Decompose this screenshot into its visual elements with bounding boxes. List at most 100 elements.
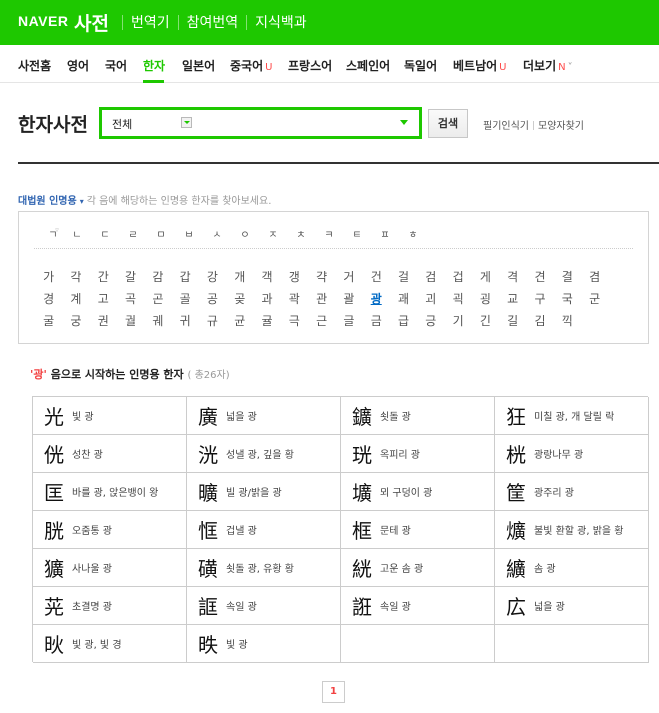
hanja-character[interactable]: 爌 xyxy=(506,515,534,544)
consonant-link[interactable]: ㅍ xyxy=(371,226,399,241)
syllable-link[interactable]: 거 xyxy=(335,268,362,290)
hanja-entry[interactable]: 誑 속일 광 xyxy=(341,587,495,625)
consonant-link[interactable]: ㅅ xyxy=(203,226,231,241)
hanja-character[interactable]: 恇 xyxy=(198,515,226,544)
hanja-entry[interactable]: 光빛 광 xyxy=(33,397,187,435)
hanja-character[interactable]: 昳 xyxy=(198,629,226,658)
tab-korean[interactable]: 국어 xyxy=(105,57,127,74)
search-input[interactable]: 전체 xyxy=(99,107,422,139)
syllable-link[interactable]: 괘 xyxy=(390,290,417,312)
hanja-entry[interactable]: 壙뫼 구덩이 광 xyxy=(341,473,495,511)
hanja-entry[interactable]: 茪 초결명 광 xyxy=(33,587,187,625)
syllable-link[interactable]: 균 xyxy=(226,312,253,334)
syllable-link[interactable]: 국 xyxy=(554,290,581,312)
syllable-link[interactable]: 걸 xyxy=(390,268,417,290)
syllable-link[interactable]: 금 xyxy=(363,312,390,334)
syllable-link[interactable]: 경 xyxy=(35,290,62,312)
syllable-link[interactable]: 괄 xyxy=(335,290,362,312)
consonant-link[interactable]: ㅊ xyxy=(287,226,315,241)
hanja-entry[interactable]: 曠빌 광/밝을 광 xyxy=(187,473,341,511)
syllable-link[interactable]: 갑 xyxy=(171,268,198,290)
hanja-entry[interactable]: 桄 광랑나무 광 xyxy=(495,435,649,473)
hanja-character[interactable]: 光 xyxy=(44,401,72,430)
tab-spanish[interactable]: 스페인어 xyxy=(346,57,390,74)
syllable-link[interactable]: 궤 xyxy=(144,312,171,334)
page-number-current[interactable]: 1 xyxy=(322,681,345,703)
nav-translator[interactable]: 번역기 xyxy=(123,12,178,32)
syllable-link[interactable]: 갱 xyxy=(281,268,308,290)
shape-search-link[interactable]: 모양자찾기 xyxy=(538,121,584,132)
syllable-link[interactable]: 개 xyxy=(226,268,253,290)
search-button[interactable]: 검색 xyxy=(428,109,468,138)
hanja-character[interactable]: 誆 xyxy=(198,591,226,620)
hanja-entry[interactable]: 獷 사나울 광 xyxy=(33,549,187,587)
syllable-link[interactable]: 검 xyxy=(417,268,444,290)
tab-english[interactable]: 영어 xyxy=(67,57,89,74)
syllable-link[interactable]: 건 xyxy=(363,268,390,290)
syllable-link[interactable]: 글 xyxy=(335,312,362,334)
syllable-link[interactable]: 귤 xyxy=(253,312,280,334)
nav-encyclopedia[interactable]: 지식백과 xyxy=(247,12,315,32)
syllable-link[interactable]: 굴 xyxy=(35,312,62,334)
syllable-link[interactable]: 김 xyxy=(526,312,553,334)
hanja-entry[interactable]: 侊 성찬 광 xyxy=(33,435,187,473)
syllable-link[interactable]: 견 xyxy=(526,268,553,290)
hanja-character[interactable]: 洸 xyxy=(198,439,226,468)
syllable-link[interactable]: 골 xyxy=(171,290,198,312)
hanja-entry[interactable]: 框 문테 광 xyxy=(341,511,495,549)
syllable-link[interactable]: 권 xyxy=(90,312,117,334)
dictionary-brand[interactable]: 사전 xyxy=(74,9,109,36)
hanja-entry[interactable]: 匡 바를 광, 앉은뱅이 왕 xyxy=(33,473,187,511)
tab-more[interactable]: 더보기 N ˅ xyxy=(523,57,573,74)
tab-chinese[interactable]: 중국어 U xyxy=(230,57,272,74)
hanja-character[interactable]: 桄 xyxy=(506,439,534,468)
syllable-link[interactable]: 굉 xyxy=(472,290,499,312)
syllable-link[interactable]: 갈 xyxy=(117,268,144,290)
syllable-link[interactable]: 극 xyxy=(281,312,308,334)
hanja-character[interactable]: 廣 xyxy=(198,401,226,430)
syllable-link[interactable]: 감 xyxy=(144,268,171,290)
hanja-entry[interactable]: 絖 고운 솜 광 xyxy=(341,549,495,587)
hanja-entry[interactable]: 珖 옥피리 광 xyxy=(341,435,495,473)
hanja-entry[interactable]: 胱 오줌통 광 xyxy=(33,511,187,549)
syllable-link[interactable]: 곤 xyxy=(144,290,171,312)
syllable-link[interactable]: 광 xyxy=(363,290,390,312)
hanja-character[interactable]: 茪 xyxy=(44,591,72,620)
hanja-character[interactable]: 鑛 xyxy=(352,401,380,430)
consonant-link[interactable]: ㅁ xyxy=(147,226,175,241)
hanja-character[interactable]: 壙 xyxy=(352,477,380,506)
syllable-link[interactable]: 교 xyxy=(499,290,526,312)
tab-dictionary-home[interactable]: 사전홈 xyxy=(18,57,51,74)
syllable-link[interactable]: 과 xyxy=(253,290,280,312)
hanja-entry[interactable]: 洸 성낼 광, 깊을 황 xyxy=(187,435,341,473)
consonant-link[interactable]: ㅌ xyxy=(343,226,371,241)
consonant-link[interactable]: ㄷ xyxy=(91,226,119,241)
hanja-character[interactable]: 広 xyxy=(506,591,534,620)
hanja-character[interactable]: 誑 xyxy=(352,591,380,620)
consonant-link[interactable]: ㅎ xyxy=(399,226,427,241)
syllable-link[interactable]: 겸 xyxy=(581,268,608,290)
syllable-link[interactable]: 강 xyxy=(199,268,226,290)
name-hanja-filter[interactable]: 대법원 인명용 xyxy=(18,196,77,207)
hanja-entry[interactable]: 広 넓을 광 xyxy=(495,587,649,625)
syllable-link[interactable]: 괵 xyxy=(444,290,471,312)
syllable-link[interactable]: 급 xyxy=(390,312,417,334)
hanja-entry[interactable]: 纊솜 광 xyxy=(495,549,649,587)
naver-logo[interactable]: NAVER xyxy=(18,13,68,29)
syllable-link[interactable]: 궐 xyxy=(117,312,144,334)
hanja-entry[interactable]: 昳빛 광 xyxy=(187,625,341,663)
hanja-character[interactable]: 狂 xyxy=(506,401,534,430)
syllable-link[interactable]: 궁 xyxy=(62,312,89,334)
syllable-link[interactable]: 곶 xyxy=(226,290,253,312)
hanja-entry[interactable]: 廣 넓을 광 xyxy=(187,397,341,435)
hanja-entry[interactable]: 筐 광주리 광 xyxy=(495,473,649,511)
consonant-link[interactable]: ㅂ xyxy=(175,226,203,241)
tab-french[interactable]: 프랑스어 xyxy=(288,57,332,74)
syllable-link[interactable]: 간 xyxy=(90,268,117,290)
syllable-link[interactable]: 귀 xyxy=(171,312,198,334)
consonant-link[interactable]: ㅈ xyxy=(259,226,287,241)
hanja-entry[interactable]: 磺 쇳돌 광, 유황 황 xyxy=(187,549,341,587)
syllable-link[interactable]: 긴 xyxy=(472,312,499,334)
hanja-entry[interactable]: 爌 불빛 환할 광, 밝을 황 xyxy=(495,511,649,549)
hanja-entry[interactable]: 誆 속일 광 xyxy=(187,587,341,625)
